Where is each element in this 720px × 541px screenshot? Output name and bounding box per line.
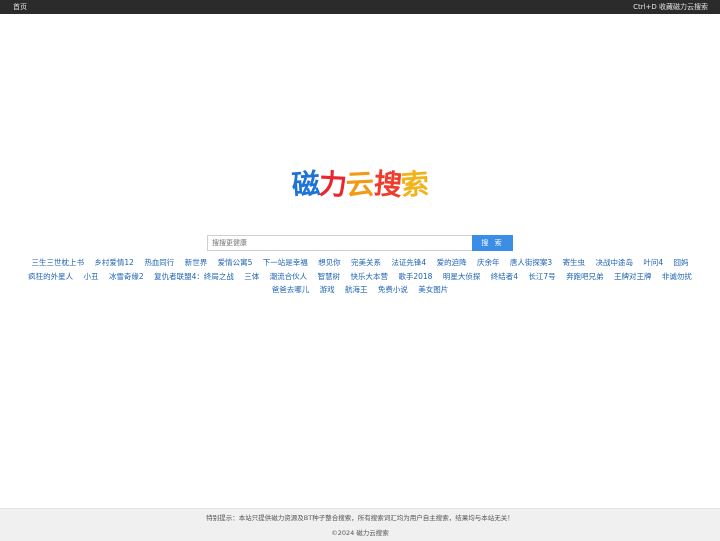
- search-form: 搜 索: [207, 235, 513, 251]
- hot-link[interactable]: 三体: [244, 270, 259, 284]
- hot-link[interactable]: 叶问4: [643, 256, 663, 270]
- footer-copyright: ©2024 磁力云搜索: [331, 529, 389, 537]
- footer-notice: 特别提示：本站只提供磁力资源及BT种子整合搜索，所有搜索词汇均为用户自主搜索，结…: [206, 514, 514, 522]
- hot-link[interactable]: 疯狂的外星人: [28, 270, 73, 284]
- logo-char: 力: [318, 167, 348, 202]
- hot-link[interactable]: 奔跑吧兄弟: [566, 270, 604, 284]
- site-logo: 磁力云搜索: [280, 166, 440, 204]
- footer: 特别提示：本站只提供磁力资源及BT种子整合搜索，所有搜索词汇均为用户自主搜索，结…: [0, 508, 720, 541]
- hot-link[interactable]: 小丑: [84, 270, 99, 284]
- hot-search-links: 三生三世枕上书 乡村爱情12 热血同行 新世界 爱情公寓5 下一站是幸福 想见你…: [5, 256, 715, 297]
- hot-link[interactable]: 乡村爱情12: [94, 256, 134, 270]
- hot-link[interactable]: 美女图片: [418, 283, 448, 297]
- hot-link[interactable]: 热血同行: [144, 256, 174, 270]
- hot-link[interactable]: 法证先锋4: [391, 256, 426, 270]
- hot-link[interactable]: 冰雪奇缘2: [109, 270, 144, 284]
- hot-link[interactable]: 歌手2018: [398, 270, 432, 284]
- bookmark-hint: Ctrl+D 收藏磁力云搜索: [633, 3, 708, 11]
- hot-link[interactable]: 快乐大本营: [350, 270, 388, 284]
- hot-link[interactable]: 完美关系: [351, 256, 381, 270]
- search-button[interactable]: 搜 索: [472, 235, 513, 251]
- hot-link[interactable]: 复仇者联盟4：终局之战: [154, 270, 234, 284]
- logo-char: 索: [399, 167, 429, 202]
- hot-link[interactable]: 爱情公寓5: [218, 256, 253, 270]
- hot-link[interactable]: 囧妈: [674, 256, 689, 270]
- hot-link[interactable]: 王牌对王牌: [614, 270, 652, 284]
- hot-link[interactable]: 爸爸去哪儿: [272, 283, 310, 297]
- logo-char: 搜: [372, 166, 402, 203]
- hot-link[interactable]: 智慧树: [318, 270, 341, 284]
- logo-char: 云: [345, 167, 375, 202]
- hot-link[interactable]: 寄生虫: [563, 256, 586, 270]
- top-bar: 首页 Ctrl+D 收藏磁力云搜索: [0, 0, 720, 14]
- hot-link[interactable]: 终结者4: [491, 270, 518, 284]
- hot-link[interactable]: 爱的迫降: [437, 256, 467, 270]
- hot-link[interactable]: 非诚勿扰: [662, 270, 692, 284]
- hot-link[interactable]: 航海王: [345, 283, 368, 297]
- home-link[interactable]: 首页: [13, 0, 27, 14]
- hot-link[interactable]: 潮流合伙人: [270, 270, 308, 284]
- hot-link[interactable]: 庆余年: [477, 256, 500, 270]
- hot-link[interactable]: 明星大侦探: [443, 270, 481, 284]
- hot-link[interactable]: 下一站是幸福: [263, 256, 308, 270]
- hot-link[interactable]: 游戏: [320, 283, 335, 297]
- hot-link[interactable]: 唐人街探案3: [510, 256, 552, 270]
- hot-link[interactable]: 长江7号: [528, 270, 555, 284]
- hot-link[interactable]: 三生三世枕上书: [31, 256, 84, 270]
- hot-link[interactable]: 决战中途岛: [595, 256, 633, 270]
- hot-link[interactable]: 免费小说: [378, 283, 408, 297]
- hot-link[interactable]: 新世界: [185, 256, 208, 270]
- hot-link[interactable]: 想见你: [318, 256, 341, 270]
- logo-char: 磁: [291, 167, 321, 202]
- search-input[interactable]: [207, 235, 472, 251]
